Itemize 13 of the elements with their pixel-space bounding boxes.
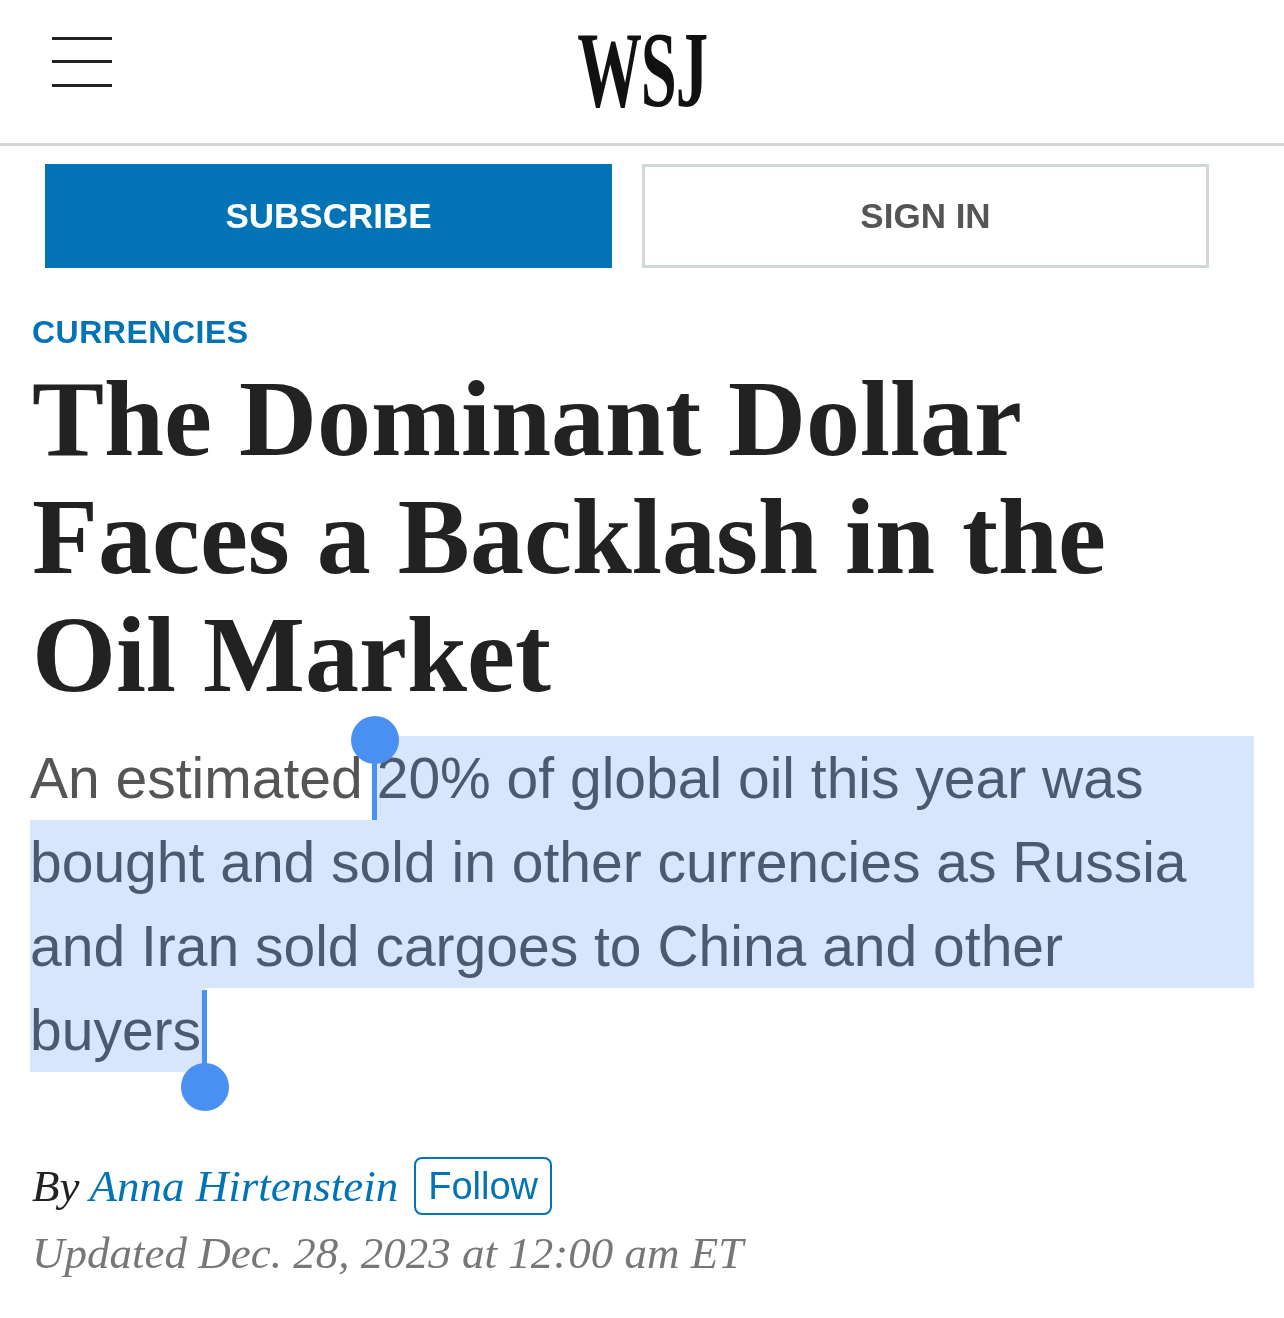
menu-icon[interactable] — [52, 37, 112, 87]
selected-text: bought and sold in other currencies as Russia — [30, 820, 1254, 904]
headline: The Dominant Dollar Faces a Backlash in the Oil Market — [32, 360, 1108, 714]
follow-button[interactable]: Follow — [414, 1157, 552, 1215]
subscribe-button[interactable]: SUBSCRIBE — [45, 164, 612, 268]
selected-text: and Iran sold cargoes to China and other — [30, 904, 1254, 988]
dek-text: An estimated — [30, 745, 363, 812]
byline-prefix: By — [32, 1160, 80, 1212]
timestamp: Updated Dec. 28, 2023 at 12:00 am ET — [32, 1227, 744, 1279]
site-logo[interactable]: WSJ — [577, 15, 707, 124]
author-link[interactable]: Anna Hirtenstein — [89, 1160, 399, 1212]
section-label[interactable]: CURRENCIES — [32, 312, 249, 352]
sign-in-button[interactable]: SIGN IN — [642, 164, 1209, 268]
